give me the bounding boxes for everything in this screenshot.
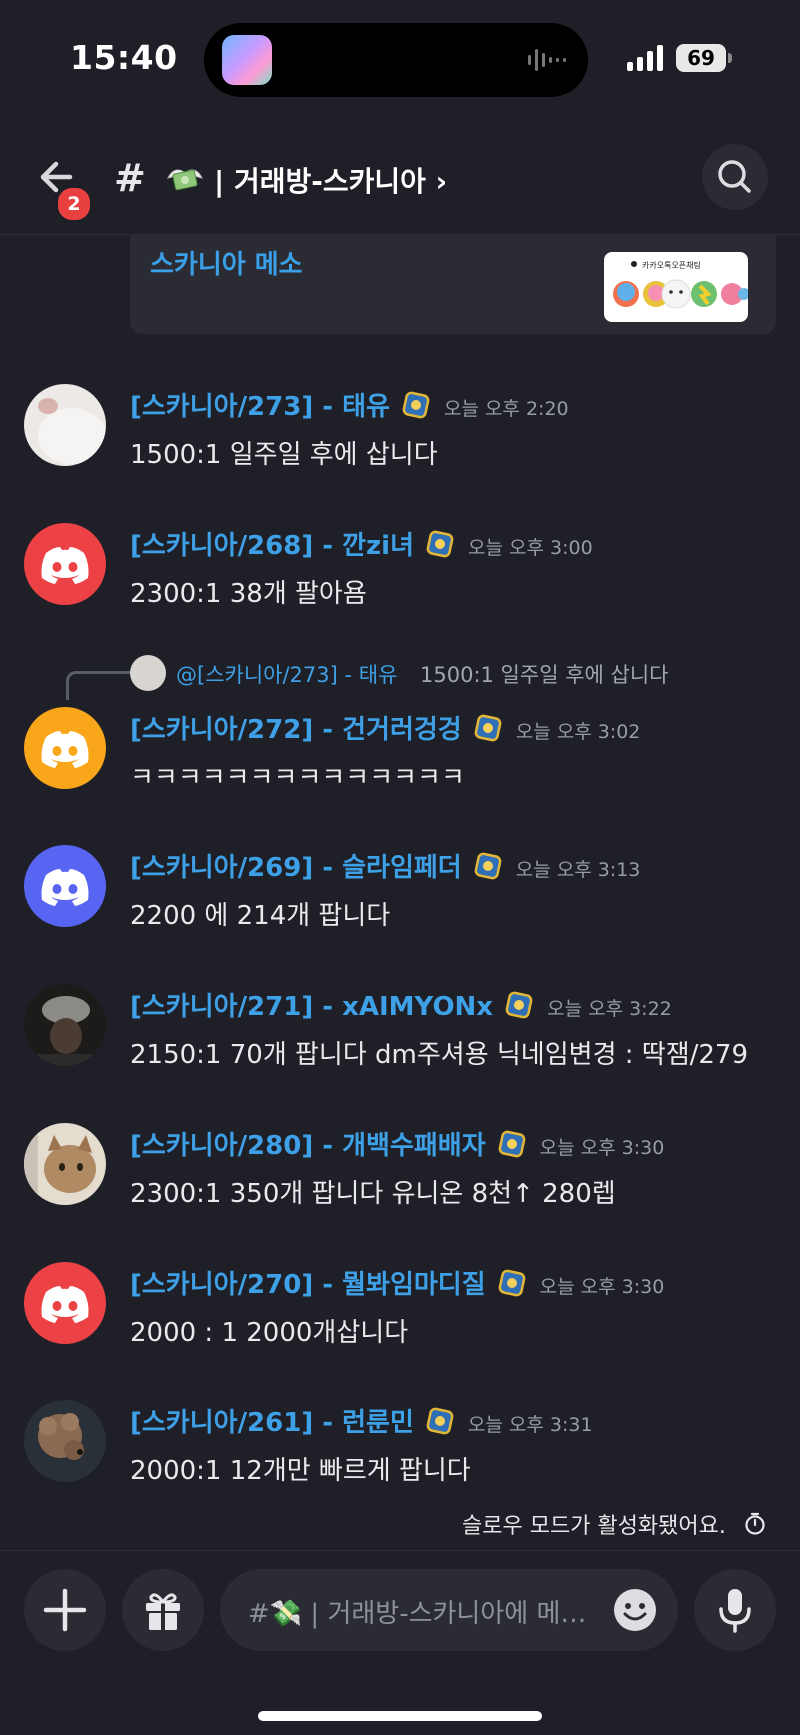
avatar[interactable]	[24, 1123, 106, 1205]
message-input[interactable]: #💸 | 거래방-스카니아에 메…	[220, 1569, 678, 1651]
embed-thumbnail-text: 카카오톡오픈채팅	[642, 261, 701, 270]
role-badge-icon	[402, 391, 430, 419]
avatar[interactable]	[24, 984, 106, 1066]
message-text: 2150:1 70개 팝니다 dm주셔용 닉네임변경 : 딱잼/279	[130, 1040, 748, 1070]
message-text: 2300:1 350개 팝니다 유니온 8천↑ 280렙	[130, 1179, 616, 1209]
reply-author[interactable]: @[스카니아/273] - 태유	[176, 659, 397, 689]
cellular-signal-icon	[627, 45, 663, 71]
link-embed[interactable]: 스카니아 메소 카카오톡오픈채팅	[130, 234, 776, 334]
gift-button[interactable]	[122, 1569, 204, 1651]
reply-reference[interactable]: @[스카니아/273] - 태유 1500:1 일주일 후에 삽니다	[66, 655, 766, 700]
author-name[interactable]: [스카니아/280] - 개백수패배자	[130, 1131, 486, 1161]
author-name[interactable]: [스카니아/269] - 슬라임페더	[130, 853, 462, 883]
voice-message-button[interactable]	[694, 1569, 776, 1651]
timer-icon	[745, 1512, 765, 1535]
status-bar: 15:40 69	[0, 0, 800, 120]
photo-avatar	[24, 384, 106, 466]
channel-hash-icon: #	[114, 156, 146, 200]
channel-header: 2 # | 거래방-스카니아 ›	[0, 130, 800, 235]
message-author[interactable]: [스카니아/270] - 뭘봐임마디질 오늘 오후 3:30	[130, 1264, 664, 1301]
author-name[interactable]: [스카니아/271] - xAIMYONx	[130, 992, 493, 1022]
avatar[interactable]	[24, 1262, 106, 1344]
message-timestamp: 오늘 오후 3:00	[468, 537, 593, 559]
message-input-placeholder[interactable]: #💸 | 거래방-스카니아에 메…	[248, 1593, 586, 1630]
author-name[interactable]: [스카니아/261] - 런룬민	[130, 1408, 414, 1438]
cat-photo-avatar	[24, 1123, 106, 1205]
role-badge-icon	[474, 852, 502, 880]
now-playing-app-icon	[222, 35, 272, 85]
emoji-icon[interactable]	[612, 1587, 658, 1633]
avatar[interactable]	[24, 523, 106, 605]
message-timestamp: 오늘 오후 3:30	[539, 1137, 665, 1159]
reply-text[interactable]: 1500:1 일주일 후에 삽니다	[420, 659, 668, 689]
role-badge-icon	[474, 714, 502, 742]
role-badge-icon	[498, 1269, 526, 1297]
avatar[interactable]	[24, 707, 106, 789]
role-badge-icon	[426, 530, 454, 558]
message-text: 2300:1 38개 팔아욤	[130, 579, 367, 609]
message-author[interactable]: [스카니아/272] - 건거러겅겅 오늘 오후 3:02	[130, 709, 640, 746]
discord-logo-icon	[41, 869, 89, 906]
embed-title[interactable]: 스카니아 메소	[150, 244, 303, 281]
role-badge-icon	[426, 1407, 454, 1435]
message-author[interactable]: [스카니아/261] - 런룬민 오늘 오후 3:31	[130, 1402, 593, 1439]
author-name[interactable]: [스카니아/273] - 태유	[130, 392, 390, 422]
role-badge-icon	[498, 1130, 526, 1158]
slowmode-notice: 슬로우 모드가 활성화됐어요.	[462, 1514, 726, 1539]
battery-tip	[728, 53, 732, 63]
avatar[interactable]	[24, 1400, 106, 1482]
reply-connector	[66, 671, 131, 700]
author-name[interactable]: [스카니아/268] - 깐zi녀	[130, 531, 414, 561]
add-attachment-button[interactable]	[24, 1569, 106, 1651]
money-wings-icon	[167, 169, 203, 191]
status-time: 15:40	[70, 38, 178, 77]
message-timestamp: 오늘 오후 3:30	[539, 1276, 665, 1298]
channel-title[interactable]: | 거래방-스카니아 ›	[214, 160, 447, 200]
message-author[interactable]: [스카니아/269] - 슬라임페더 오늘 오후 3:13	[130, 847, 640, 884]
message-author[interactable]: [스카니아/280] - 개백수패배자 오늘 오후 3:30	[130, 1125, 664, 1162]
message-text: ㅋㅋㅋㅋㅋㅋㅋㅋㅋㅋㅋㅋㅋㅋ	[130, 763, 465, 793]
search-icon	[718, 160, 751, 193]
message-author[interactable]: [스카니아/271] - xAIMYONx 오늘 오후 3:22	[130, 986, 672, 1023]
microphone-icon	[719, 1589, 751, 1633]
audio-wave-icon	[528, 49, 566, 71]
role-badge-icon	[505, 991, 533, 1019]
home-indicator[interactable]	[258, 1711, 542, 1721]
photo-avatar	[24, 984, 106, 1066]
dynamic-island	[204, 23, 588, 97]
discord-logo-icon	[41, 547, 89, 584]
message-text: 1500:1 일주일 후에 삽니다	[130, 440, 438, 470]
discord-logo-icon	[41, 1286, 89, 1323]
search-button[interactable]	[702, 144, 768, 210]
message-timestamp: 오늘 오후 3:02	[515, 721, 641, 743]
author-name[interactable]: [스카니아/272] - 건거러겅겅	[130, 715, 462, 745]
message-author[interactable]: [스카니아/268] - 깐zi녀 오늘 오후 3:00	[130, 525, 593, 562]
message-timestamp: 오늘 오후 3:13	[515, 859, 641, 881]
plus-icon	[43, 1588, 87, 1632]
message-composer: #💸 | 거래방-스카니아에 메…	[0, 1550, 800, 1735]
author-name[interactable]: [스카니아/270] - 뭘봐임마디질	[130, 1270, 486, 1300]
message-timestamp: 오늘 오후 2:20	[443, 398, 569, 420]
message-text: 2000 : 1 2000개삽니다	[130, 1318, 409, 1348]
avatar[interactable]	[24, 384, 106, 466]
embed-thumbnail[interactable]: 카카오톡오픈채팅	[604, 252, 748, 322]
message-text: 2200 에 214개 팝니다	[130, 901, 391, 931]
reply-avatar	[130, 655, 166, 691]
gift-icon	[146, 1593, 180, 1630]
message-text: 2000:1 12개만 빠르게 팝니다	[130, 1456, 471, 1486]
message-timestamp: 오늘 오후 3:22	[547, 998, 672, 1020]
message-timestamp: 오늘 오후 3:31	[467, 1414, 593, 1436]
message-author[interactable]: [스카니아/273] - 태유 오늘 오후 2:20	[130, 386, 569, 423]
battery-indicator: 69	[676, 44, 726, 72]
dog-photo-avatar	[24, 1400, 106, 1482]
avatar[interactable]	[24, 845, 106, 927]
discord-logo-icon	[41, 731, 89, 768]
unread-badge: 2	[56, 186, 92, 222]
